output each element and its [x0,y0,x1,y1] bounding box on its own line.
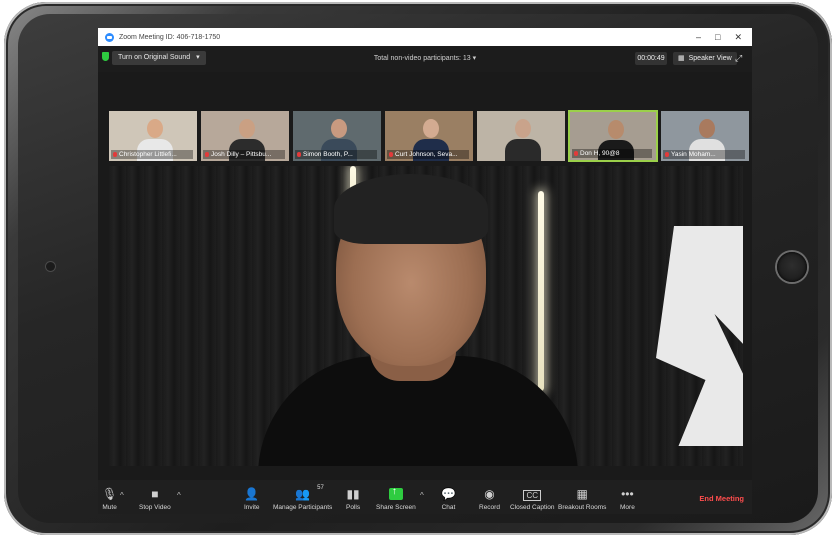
meeting-topbar: Turn on Original Sound ▾ Total non-video… [98,46,752,72]
muted-mic-icon [389,152,393,157]
chat-bubble-icon: 💬 [441,487,456,501]
manage-participants-button[interactable]: 👥 57 Manage Participants [273,485,333,511]
non-video-participants-label: Total non-video participants: 13 [373,55,471,62]
participant-name-tag: Christopher Littlefi... [111,150,193,159]
studio-light [538,191,544,391]
people-icon: 👥 57 [295,485,324,501]
zoom-window: Zoom Meeting ID: 406-718-1750 – □ ✕ Turn… [98,28,752,514]
microphone-icon: 🎙 [102,487,118,501]
share-screen-icon [388,486,403,501]
muted-mic-icon [205,152,209,157]
invite-label: Invite [244,504,260,511]
participant-thumbnail[interactable]: Christopher Littlefi... [108,110,198,162]
mute-button[interactable]: 🎙 Mute [102,487,117,511]
polls-button[interactable]: ▮▮ Polls [346,487,360,511]
maximize-button[interactable]: □ [715,32,720,43]
more-label: More [620,504,635,511]
record-label: Record [479,504,500,511]
participant-name-tag: Simon Booth, P... [295,150,377,159]
participant-thumbnail[interactable] [476,110,566,162]
participant-thumbnail-strip: Christopher Littlefi... Josh Dilly – Pitt… [108,110,750,162]
close-button[interactable]: ✕ [734,32,742,43]
record-button[interactable]: ◉ Record [479,487,500,511]
share-screen-button[interactable]: Share Screen [376,486,416,511]
participant-thumbnail[interactable]: Curt Johnson, Seva... [384,110,474,162]
stop-video-button[interactable]: ■ Stop Video [139,487,171,511]
cc-icon: CC [523,490,541,501]
participant-face [699,119,715,138]
participant-name: Josh Dilly – Pittsbu... [211,151,272,158]
muted-mic-icon [113,152,117,157]
participant-name-tag: Don H, 90@8 [572,149,652,158]
participant-thumbnail[interactable]: Simon Booth, P... [292,110,382,162]
participant-thumbnail[interactable]: Don H, 90@8 [568,110,658,162]
participant-face [239,119,255,138]
muted-mic-icon [665,152,669,157]
invite-button[interactable]: 👤 Invite [244,487,260,511]
meeting-timer: 00:00:49 [635,52,667,65]
participant-name: Christopher Littlefi... [119,151,177,158]
speaker-view-button[interactable]: ▦ Speaker View [673,52,737,65]
share-options-chevron-icon[interactable]: ^ [420,491,424,500]
participants-count-badge: 57 [317,485,324,491]
chat-label: Chat [441,504,456,511]
breakout-rooms-button[interactable]: ▦ Breakout Rooms [558,487,606,511]
participant-name: Simon Booth, P... [303,151,353,158]
participant-name-tag: Josh Dilly – Pittsbu... [203,150,285,159]
meeting-toolbar: 🎙 Mute ^ ■ Stop Video ^ 👤 Invite 👥 57 Man… [98,480,752,514]
record-icon: ◉ [484,487,495,501]
window-controls: – □ ✕ [696,32,742,43]
participant-name-tag: Yasin Moham... [663,150,745,159]
participant-thumbnail[interactable]: Josh Dilly – Pittsbu... [200,110,290,162]
more-button[interactable]: ••• More [620,487,635,511]
polls-label: Polls [346,504,361,511]
chat-button[interactable]: 💬 Chat [441,487,456,511]
share-screen-label: Share Screen [376,504,416,511]
grid-icon: ▦ [576,487,588,501]
participant-face [423,119,439,138]
stop-video-label: Stop Video [139,504,171,511]
participant-face [608,120,624,139]
participant-torso [505,139,541,161]
closed-caption-button[interactable]: CC Closed Caption [510,490,554,511]
participant-thumbnail[interactable]: Yasin Moham... [660,110,750,162]
muted-mic-icon [574,151,578,156]
more-dots-icon: ••• [621,487,634,501]
muted-mic-icon [297,152,301,157]
tablet-camera [46,262,55,271]
minimize-button[interactable]: – [696,32,701,43]
add-person-icon: 👤 [244,487,260,501]
participant-face [331,119,347,138]
end-meeting-button[interactable]: End Meeting [699,494,744,503]
participant-name-tag: Curt Johnson, Seva... [387,150,469,159]
participant-name: Curt Johnson, Seva... [395,151,458,158]
window-title: Zoom Meeting ID: 406-718-1750 [119,33,221,41]
breakout-rooms-label: Breakout Rooms [558,504,607,511]
participant-face [515,119,531,138]
active-speaker-video [108,166,743,466]
tablet-home-button[interactable] [777,252,807,282]
participant-name: Yasin Moham... [671,151,716,158]
window-titlebar: Zoom Meeting ID: 406-718-1750 – □ ✕ [98,28,752,46]
bar-chart-icon: ▮▮ [346,487,360,501]
chevron-down-icon: ▾ [472,55,477,62]
mute-label: Mute [102,504,117,511]
participant-name: Don H, 90@8 [580,150,620,157]
video-options-chevron-icon[interactable]: ^ [177,491,181,500]
grid-view-icon: ▦ [678,55,685,62]
fullscreen-icon[interactable]: ⤢ [735,54,743,63]
closed-caption-label: Closed Caption [510,504,555,511]
manage-participants-label: Manage Participants [273,504,333,511]
video-camera-icon: ■ [151,487,159,501]
presenter-hair [334,174,488,244]
audio-options-chevron-icon[interactable]: ^ [120,491,124,500]
speaker-view-label: Speaker View [688,55,732,62]
zoom-logo-icon [105,32,114,42]
participant-face [147,119,163,138]
